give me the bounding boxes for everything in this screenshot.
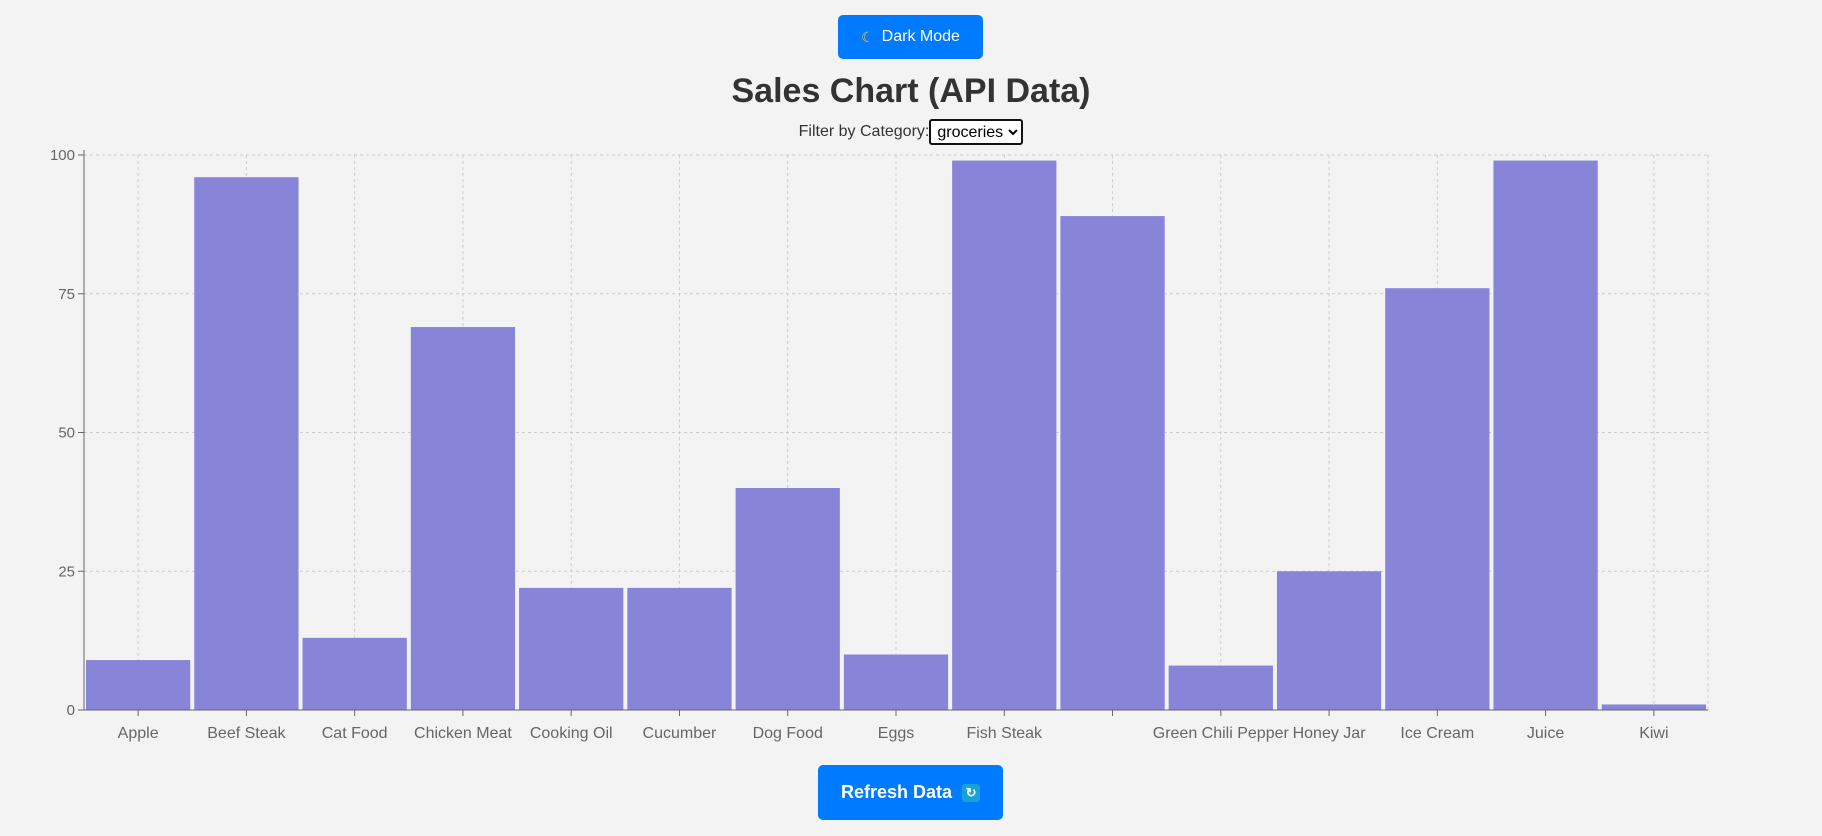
x-tick-label: Juice bbox=[1527, 725, 1564, 742]
y-tick-label: 25 bbox=[58, 563, 75, 580]
x-tick-label: Chicken Meat bbox=[414, 725, 512, 742]
x-tick-label: Dog Food bbox=[753, 725, 823, 742]
y-tick-label: 100 bbox=[50, 147, 75, 164]
bar bbox=[1060, 216, 1165, 711]
bar bbox=[1276, 571, 1382, 710]
x-tick-label: Beef Steak bbox=[207, 725, 286, 742]
bar bbox=[1385, 288, 1490, 710]
bar bbox=[410, 327, 516, 710]
bar bbox=[735, 488, 840, 710]
bar bbox=[1168, 665, 1273, 710]
x-tick-label: Cucumber bbox=[643, 725, 717, 742]
refresh-data-button[interactable]: Refresh Data ↻ bbox=[818, 765, 1003, 820]
refresh-icon: ↻ bbox=[962, 783, 981, 802]
bar bbox=[627, 587, 732, 710]
refresh-label: Refresh Data bbox=[840, 782, 953, 802]
y-tick-label: 0 bbox=[67, 702, 75, 719]
x-tick-label: Cooking Oil bbox=[530, 725, 613, 742]
bar bbox=[519, 587, 624, 710]
x-tick-label: Ice Cream bbox=[1400, 725, 1474, 742]
bar bbox=[952, 160, 1057, 711]
y-tick-label: 50 bbox=[58, 425, 75, 442]
x-tick-label: Fish Steak bbox=[966, 725, 1043, 742]
x-tick-label: Honey Jar bbox=[1293, 725, 1367, 742]
bar bbox=[843, 654, 949, 710]
bar bbox=[86, 660, 191, 710]
x-tick-label: Eggs bbox=[878, 725, 914, 742]
x-tick-label: Kiwi bbox=[1639, 725, 1668, 742]
bar bbox=[1493, 160, 1598, 711]
bar bbox=[1601, 704, 1706, 710]
bar bbox=[194, 177, 299, 710]
x-tick-label: Apple bbox=[118, 725, 159, 742]
bar-chart: 0 25 50 75 100 Apple Beef Steak Cat Food Chicken… bbox=[50, 147, 1709, 742]
y-tick-label: 75 bbox=[58, 286, 75, 303]
x-tick-label: Green Chili Pepper bbox=[1153, 725, 1290, 742]
x-tick-label: Cat Food bbox=[322, 725, 388, 742]
bar bbox=[302, 637, 407, 710]
